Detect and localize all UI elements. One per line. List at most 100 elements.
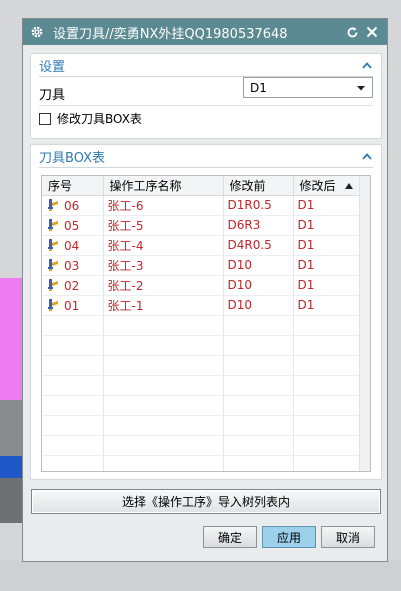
empty-cell <box>103 455 224 471</box>
tool-select[interactable]: D1 <box>243 77 373 98</box>
column-header-name[interactable]: 操作工序名称 <box>103 176 224 196</box>
collapse-up-icon[interactable] <box>361 150 373 162</box>
cell-seq: 02 <box>42 275 104 296</box>
empty-cell <box>293 415 361 436</box>
empty-cell <box>223 335 294 356</box>
empty-cell <box>42 455 104 471</box>
empty-table-row <box>42 315 361 336</box>
settings-header[interactable]: 设置 <box>31 54 381 76</box>
empty-table-row <box>42 355 361 376</box>
modify-box-checkbox-row[interactable]: 修改刀具BOX表 <box>39 110 142 127</box>
empty-cell <box>293 315 361 336</box>
settings-section: 设置 刀具 D1 修改刀具BOX表 <box>30 53 382 139</box>
empty-cell <box>293 455 361 471</box>
table-row[interactable]: 02 张工-2 D10 D1 <box>42 275 361 296</box>
cancel-button[interactable]: 取消 <box>321 526 375 548</box>
cell-seq: 03 <box>42 255 104 276</box>
tool-operation-icon <box>46 258 60 272</box>
tool-operation-icon <box>46 298 60 312</box>
cell-before: D6R3 <box>223 215 294 236</box>
close-icon[interactable] <box>363 23 381 41</box>
table-header-row: 序号 操作工序名称 修改前 修改后 <box>42 176 361 196</box>
tool-box-table[interactable]: 序号 操作工序名称 修改前 修改后 06 张工-6 D1R0.5 D1 05 张工-5 D6… <box>41 175 371 472</box>
empty-cell <box>103 395 224 416</box>
modify-box-label: 修改刀具BOX表 <box>57 112 142 126</box>
empty-cell <box>42 395 104 416</box>
cell-after[interactable]: D1 <box>293 215 361 236</box>
gear-icon <box>29 24 45 40</box>
empty-cell <box>103 435 224 456</box>
tool-operation-icon <box>46 238 60 252</box>
workspace-blue-shape <box>0 456 22 478</box>
empty-cell <box>223 435 294 456</box>
table-scroll-column <box>359 176 370 471</box>
workspace-gray-shape <box>0 400 22 456</box>
tool-box-grid: 序号 操作工序名称 修改前 修改后 06 张工-6 D1R0.5 D1 05 张工-5 D6… <box>42 176 361 471</box>
cell-name: 张工-4 <box>103 235 224 256</box>
cell-before: D10 <box>223 275 294 296</box>
title-bar[interactable]: 设置刀具//奕勇NX外挂QQ1980537648 <box>23 19 387 45</box>
cell-after[interactable]: D1 <box>293 295 361 316</box>
column-header-after-label: 修改后 <box>299 178 336 193</box>
tool-operation-icon <box>46 278 60 292</box>
empty-cell <box>42 315 104 336</box>
column-header-before[interactable]: 修改前 <box>223 176 294 196</box>
cell-seq: 04 <box>42 235 104 256</box>
tool-operation-icon <box>46 218 60 232</box>
empty-cell <box>223 375 294 396</box>
cell-seq: 01 <box>42 295 104 316</box>
table-row[interactable]: 06 张工-6 D1R0.5 D1 <box>42 195 361 216</box>
empty-cell <box>42 415 104 436</box>
import-operations-button[interactable]: 选择《操作工序》导入树列表内 <box>31 489 381 514</box>
workspace-magenta-shape <box>0 278 22 400</box>
cell-seq-text: 06 <box>64 198 80 213</box>
reset-icon[interactable] <box>343 23 361 41</box>
cell-name: 张工-2 <box>103 275 224 296</box>
collapse-up-icon[interactable] <box>361 59 373 71</box>
cell-before: D10 <box>223 255 294 276</box>
cell-after[interactable]: D1 <box>293 195 361 216</box>
column-header-seq[interactable]: 序号 <box>42 176 104 196</box>
empty-cell <box>223 415 294 436</box>
cell-after[interactable]: D1 <box>293 255 361 276</box>
empty-cell <box>42 355 104 376</box>
empty-cell <box>293 355 361 376</box>
empty-cell <box>42 435 104 456</box>
empty-cell <box>293 395 361 416</box>
modify-box-checkbox[interactable] <box>39 112 51 125</box>
tool-box-header-label: 刀具BOX表 <box>39 150 105 166</box>
table-row[interactable]: 01 张工-1 D10 D1 <box>42 295 361 316</box>
tool-box-header[interactable]: 刀具BOX表 <box>31 145 381 167</box>
sort-ascending-icon <box>344 182 353 189</box>
empty-table-row <box>42 375 361 396</box>
tool-box-section: 刀具BOX表 序号 操作工序名称 修改前 修改后 06 张工-6 D1R0.5 … <box>30 144 382 480</box>
cell-after[interactable]: D1 <box>293 275 361 296</box>
empty-cell <box>293 435 361 456</box>
empty-cell <box>103 415 224 436</box>
empty-table-row <box>42 415 361 436</box>
workspace-bottom <box>0 560 401 591</box>
cell-after[interactable]: D1 <box>293 235 361 256</box>
cell-seq-text: 05 <box>64 218 80 233</box>
empty-cell <box>223 455 294 471</box>
empty-cell <box>42 375 104 396</box>
empty-cell <box>42 335 104 356</box>
table-row[interactable]: 05 张工-5 D6R3 D1 <box>42 215 361 236</box>
cell-name: 张工-1 <box>103 295 224 316</box>
empty-cell <box>103 315 224 336</box>
tool-label: 刀具 <box>39 88 66 103</box>
settings-separator <box>39 105 373 106</box>
empty-cell <box>103 355 224 376</box>
settings-header-label: 设置 <box>39 59 66 75</box>
table-row[interactable]: 03 张工-3 D10 D1 <box>42 255 361 276</box>
apply-button[interactable]: 应用 <box>262 526 316 548</box>
column-header-after[interactable]: 修改后 <box>293 176 361 196</box>
empty-cell <box>103 375 224 396</box>
tool-operation-icon <box>46 198 60 212</box>
empty-cell <box>223 355 294 376</box>
cell-name: 张工-3 <box>103 255 224 276</box>
empty-cell <box>223 315 294 336</box>
ok-button[interactable]: 确定 <box>203 526 257 548</box>
empty-table-row <box>42 395 361 416</box>
table-row[interactable]: 04 张工-4 D4R0.5 D1 <box>42 235 361 256</box>
